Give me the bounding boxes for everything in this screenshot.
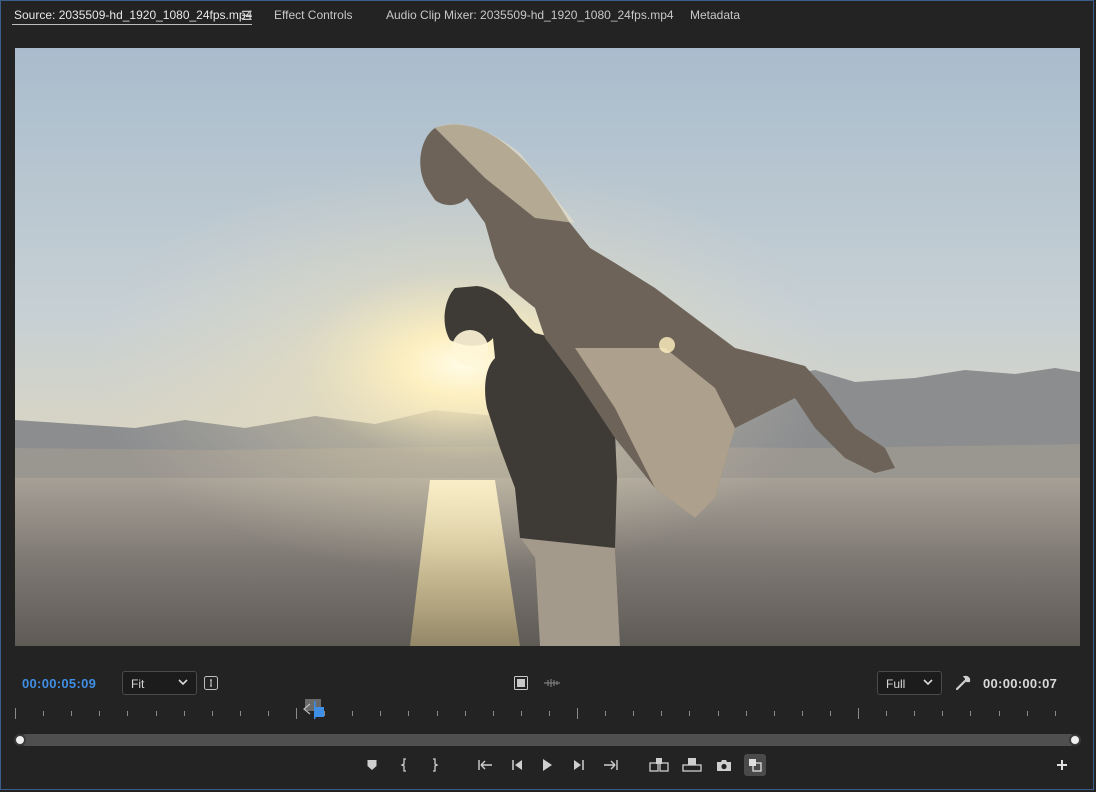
panel-tab-bar: Source: 2035509-hd_1920_1080_24fps.mp4 ☰… — [0, 0, 1096, 30]
mark-out-icon — [433, 758, 439, 772]
ruler-tick — [577, 708, 578, 719]
ruler-tick — [1026, 711, 1028, 716]
comparison-view-button[interactable] — [744, 754, 766, 776]
ruler-tick — [267, 711, 269, 716]
zoom-handle-right[interactable] — [1069, 734, 1081, 746]
chevron-down-icon — [178, 679, 188, 686]
video-preview[interactable] — [15, 48, 1080, 646]
step-back-icon — [512, 760, 522, 770]
ruler-tick — [745, 711, 747, 716]
ruler-tick — [801, 711, 803, 716]
ruler-tick — [352, 711, 354, 716]
step-back-button[interactable] — [506, 754, 528, 776]
ruler-tick — [633, 711, 635, 716]
duration-display: 00:00:00:07 — [983, 676, 1058, 691]
insert-icon — [649, 758, 669, 772]
zoom-level-select[interactable]: Fit — [122, 671, 197, 695]
ruler-tick — [15, 708, 16, 719]
tab-source[interactable]: Source: 2035509-hd_1920_1080_24fps.mp4 — [14, 8, 252, 22]
go-to-in-button[interactable] — [474, 754, 496, 776]
ruler-tick — [829, 711, 831, 716]
time-ruler[interactable] — [15, 702, 1080, 722]
go-to-in-icon — [478, 760, 492, 770]
ruler-tick — [43, 711, 45, 716]
step-forward-button[interactable] — [568, 754, 590, 776]
ruler-tick — [942, 711, 944, 716]
current-time-display[interactable]: 00:00:05:09 — [22, 676, 96, 691]
zoom-handle-left[interactable] — [14, 734, 26, 746]
zoom-level-value: Fit — [131, 677, 145, 691]
video-frame-image — [15, 48, 1080, 646]
wrench-icon[interactable] — [955, 675, 971, 691]
go-to-out-button[interactable] — [600, 754, 622, 776]
ruler-tick — [71, 711, 73, 716]
ruler-tick — [408, 711, 410, 716]
ruler-tick — [998, 711, 1000, 716]
ruler-tick — [914, 711, 916, 716]
ruler-tick — [183, 711, 185, 716]
ruler-tick — [127, 711, 129, 716]
go-to-out-icon — [604, 760, 618, 770]
tab-audio-clip-mixer[interactable]: Audio Clip Mixer: 2035509-hd_1920_1080_2… — [386, 8, 674, 22]
ruler-tick — [464, 711, 466, 716]
ruler-tick — [296, 708, 297, 719]
ruler-tick — [548, 711, 550, 716]
export-frame-button[interactable] — [713, 754, 735, 776]
ruler-tick — [970, 711, 972, 716]
button-editor-button[interactable] — [1051, 754, 1073, 776]
ruler-tick — [211, 711, 213, 716]
comparison-icon — [749, 759, 762, 772]
ruler-tick — [99, 711, 101, 716]
tab-effect-controls[interactable]: Effect Controls — [274, 8, 352, 22]
playhead-icon[interactable] — [302, 699, 326, 721]
playback-resolution-value: Full — [886, 677, 906, 691]
ruler-tick — [1054, 711, 1056, 716]
overwrite-icon — [682, 758, 702, 772]
ruler-tick — [605, 711, 607, 716]
camera-icon — [717, 760, 731, 771]
ruler-tick — [155, 711, 157, 716]
overwrite-button[interactable] — [681, 754, 703, 776]
ruler-tick — [886, 711, 888, 716]
ruler-tick — [858, 708, 859, 719]
tab-metadata[interactable]: Metadata — [690, 8, 740, 22]
insert-range-icon[interactable] — [204, 676, 218, 690]
insert-button[interactable] — [648, 754, 670, 776]
ruler-tick — [773, 711, 775, 716]
step-forward-icon — [574, 760, 584, 770]
plus-icon — [1057, 760, 1067, 770]
ruler-tick — [689, 711, 691, 716]
ruler-tick — [239, 711, 241, 716]
ruler-tick — [520, 711, 522, 716]
mark-in-button[interactable] — [394, 754, 416, 776]
active-tab-underline — [12, 24, 252, 25]
playback-resolution-select[interactable]: Full — [877, 671, 942, 695]
ruler-tick — [436, 711, 438, 716]
ruler-tick — [380, 711, 382, 716]
ruler-tick — [661, 711, 663, 716]
timeline-zoom-scrollbar[interactable] — [20, 734, 1076, 746]
ruler-tick — [717, 711, 719, 716]
hamburger-icon[interactable]: ☰ — [241, 8, 253, 24]
chevron-down-icon — [923, 679, 933, 686]
mark-out-button[interactable] — [423, 754, 445, 776]
ruler-tick — [492, 711, 494, 716]
play-icon — [543, 759, 552, 771]
marker-icon — [367, 760, 377, 770]
drag-video-only-icon[interactable] — [514, 676, 528, 690]
drag-audio-only-icon[interactable] — [543, 677, 561, 689]
play-button[interactable] — [536, 754, 558, 776]
mark-in-icon — [400, 758, 406, 772]
add-marker-button[interactable] — [361, 754, 383, 776]
